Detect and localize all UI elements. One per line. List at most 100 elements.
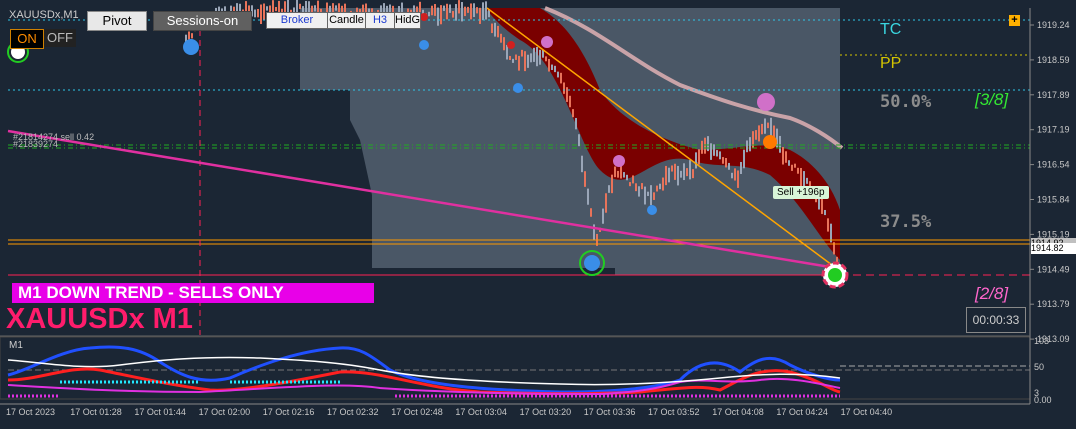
price-axis-tick: 1916.54: [1037, 160, 1070, 170]
candle: [527, 54, 529, 68]
candle: [668, 167, 670, 183]
fib-50-label: 50.0%: [880, 92, 932, 112]
candle: [674, 163, 676, 180]
candle: [647, 191, 649, 196]
candle: [713, 144, 715, 156]
candle-button[interactable]: Candle: [327, 12, 366, 29]
candle: [569, 95, 571, 108]
time-axis-tick: 17 Oct 03:36: [584, 407, 636, 417]
candle: [560, 72, 562, 84]
candle: [800, 167, 802, 187]
candle: [443, 5, 445, 11]
off-toggle[interactable]: OFF: [44, 29, 76, 47]
candle: [719, 151, 721, 160]
candle: [524, 51, 526, 72]
candle: [530, 53, 532, 63]
candle: [701, 140, 703, 154]
candle: [278, 0, 280, 12]
candle: [299, 3, 301, 10]
price-axis-tick: 1917.19: [1037, 125, 1070, 135]
candle: [626, 174, 628, 181]
candle: [578, 134, 580, 147]
candle: [590, 208, 592, 217]
trend-banner: M1 DOWN TREND - SELLS ONLY: [12, 283, 374, 303]
candle: [758, 125, 760, 142]
candle: [605, 193, 607, 213]
candle: [557, 71, 559, 78]
candle: [707, 136, 709, 152]
candle: [551, 64, 553, 70]
candle: [437, 7, 439, 26]
order-line-label-2: #21839274: [13, 139, 59, 149]
h3-button[interactable]: H3: [365, 12, 395, 29]
signal-dot: [420, 13, 428, 21]
broker-button[interactable]: Broker: [266, 12, 328, 29]
candle: [611, 174, 613, 194]
price-axis-tick: 1917.89: [1037, 90, 1070, 100]
pivot-button[interactable]: Pivot: [87, 11, 147, 31]
time-axis-tick: 17 Oct 02:00: [199, 407, 251, 417]
sessions-button[interactable]: Sessions-on: [153, 11, 252, 31]
candle: [494, 22, 496, 37]
candle: [653, 192, 655, 200]
candle: [764, 118, 766, 134]
candle: [806, 177, 808, 184]
candle: [539, 49, 541, 65]
candle: [620, 165, 622, 179]
indicator-axis-tick: 50: [1034, 362, 1044, 372]
candle: [464, 6, 466, 17]
candle: [761, 123, 763, 135]
candle: [428, 11, 430, 17]
candle: [572, 109, 574, 118]
candle: [563, 82, 565, 94]
candle: [581, 155, 583, 173]
time-axis-tick: 17 Oct 01:28: [70, 407, 122, 417]
candle: [749, 137, 751, 152]
candle: [518, 55, 520, 71]
hidg-button[interactable]: HidG: [394, 12, 421, 29]
candle: [266, 6, 268, 11]
candle: [485, 1, 487, 20]
pp-level-label: PP: [880, 55, 902, 72]
candle: [479, 7, 481, 24]
candle: [623, 172, 625, 178]
candle: [740, 161, 742, 175]
time-axis-tick: 17 Oct 03:04: [455, 407, 507, 417]
candle: [644, 186, 646, 205]
fib-37-label: 37.5%: [880, 212, 932, 232]
plus-icon[interactable]: +: [1009, 15, 1020, 26]
on-toggle[interactable]: ON: [10, 29, 44, 49]
candle: [515, 54, 517, 60]
candle: [587, 188, 589, 205]
candle: [470, 3, 472, 20]
candle: [500, 33, 502, 43]
candle: [737, 170, 739, 188]
candle: [704, 137, 706, 154]
candle: [635, 183, 637, 192]
candle: [698, 149, 700, 165]
candle: [617, 170, 619, 178]
candle: [743, 149, 745, 169]
signal-dot: [507, 41, 515, 49]
candle: [665, 165, 667, 186]
candle: [533, 47, 535, 62]
candle: [536, 47, 538, 67]
candle: [710, 143, 712, 160]
time-axis-tick: 17 Oct 03:20: [520, 407, 572, 417]
indicator-label: M1: [9, 340, 23, 351]
candle: [728, 162, 730, 170]
candle: [314, 5, 316, 12]
candle: [746, 140, 748, 153]
candle: [338, 3, 340, 13]
candle: [260, 4, 262, 25]
candle: [782, 146, 784, 165]
candle: [257, 9, 259, 18]
candle: [608, 185, 610, 193]
price-axis-tick: 1914.49: [1037, 264, 1070, 274]
candle: [641, 183, 643, 190]
candle: [434, 4, 436, 16]
candle: [716, 150, 718, 157]
time-axis-tick: 17 Oct 02:32: [327, 407, 379, 417]
time-axis-tick: 17 Oct 03:52: [648, 407, 700, 417]
candle: [461, 2, 463, 22]
